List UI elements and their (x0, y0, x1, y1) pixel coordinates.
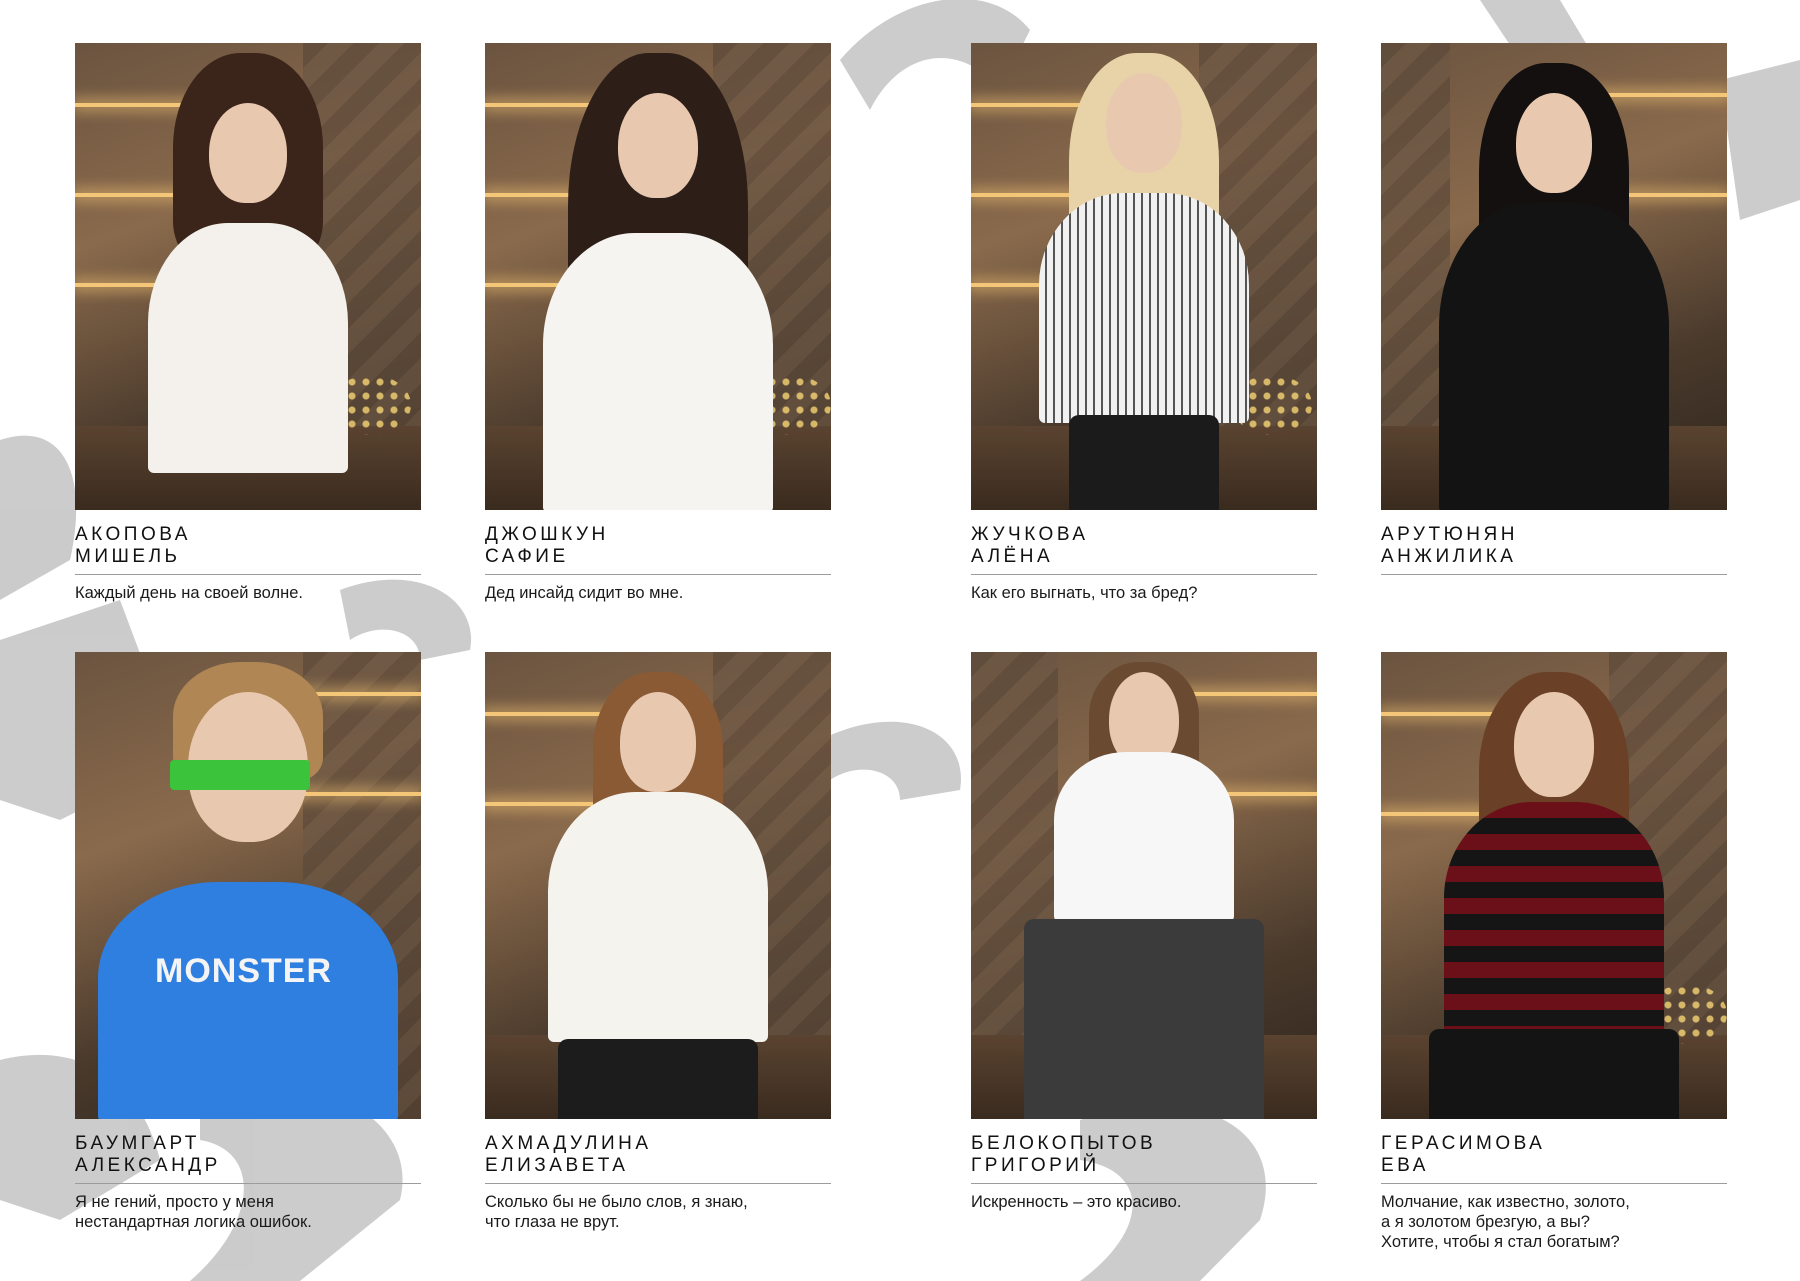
student-quote: Я не гений, просто у меня нестандартная … (75, 1192, 421, 1232)
portrait-photo (75, 43, 421, 510)
quote-line: Молчание, как известно, золото, (1381, 1193, 1630, 1211)
student-surname: БЕЛОКОПЫТОВ (971, 1133, 1157, 1154)
student-surname: ЖУЧКОВА (971, 524, 1089, 545)
portrait-photo: MONSTER (75, 652, 421, 1119)
student-quote: Дед инсайд сидит во мне. (485, 584, 684, 602)
student-name: БАУМГАРТ АЛЕКСАНДР (75, 1133, 421, 1177)
divider (75, 1183, 421, 1184)
divider (971, 574, 1317, 575)
divider (1381, 1183, 1727, 1184)
student-surname: АХМАДУЛИНА (485, 1133, 652, 1154)
student-firstname: АЛЁНА (971, 546, 1054, 567)
student-firstname: ЕВА (1381, 1155, 1429, 1176)
portrait-card-1: АКОПОВА МИШЕЛЬ Каждый день на своей волн… (75, 43, 421, 603)
student-name: АХМАДУЛИНА ЕЛИЗАВЕТА (485, 1133, 831, 1177)
portrait-card-2: ДЖОШКУН САФИЕ Дед инсайд сидит во мне. (485, 43, 831, 603)
student-quote: Искренность – это красиво. (971, 1193, 1182, 1211)
portrait-photo (971, 652, 1317, 1119)
quote-line: Я не гений, просто у меня (75, 1193, 274, 1211)
student-firstname: МИШЕЛЬ (75, 546, 181, 567)
student-name: ЖУЧКОВА АЛЁНА (971, 524, 1317, 568)
student-quote: Сколько бы не было слов, я знаю, что гла… (485, 1192, 831, 1232)
shirt-print: MONSTER (155, 952, 332, 990)
student-surname: АРУТЮНЯН (1381, 524, 1518, 545)
decor-stroke-right (1720, 60, 1800, 220)
portrait-photo (485, 652, 831, 1119)
quote-line: что глаза не врут. (485, 1213, 620, 1231)
divider (485, 574, 831, 575)
student-name: АРУТЮНЯН АНЖИЛИКА (1381, 524, 1727, 568)
portrait-card-5: MONSTER БАУМГАРТ АЛЕКСАНДР Я не гений, п… (75, 652, 421, 1232)
decor-stroke-left (0, 435, 77, 600)
sunglasses-icon (170, 760, 310, 790)
student-firstname: ГРИГОРИЙ (971, 1155, 1100, 1176)
student-surname: БАУМГАРТ (75, 1133, 200, 1154)
portrait-card-7: БЕЛОКОПЫТОВ ГРИГОРИЙ Искренность – это к… (971, 652, 1317, 1212)
quote-line: нестандартная логика ошибок. (75, 1213, 312, 1231)
divider (75, 574, 421, 575)
student-firstname: АНЖИЛИКА (1381, 546, 1517, 567)
student-quote: Каждый день на своей волне. (75, 584, 303, 602)
student-quote: Молчание, как известно, золото, а я золо… (1381, 1192, 1727, 1252)
portrait-card-4: АРУТЮНЯН АНЖИЛИКА (1381, 43, 1727, 583)
student-surname: ДЖОШКУН (485, 524, 609, 545)
student-name: ДЖОШКУН САФИЕ (485, 524, 831, 568)
decor-stroke-center (820, 721, 961, 800)
student-name: БЕЛОКОПЫТОВ ГРИГОРИЙ (971, 1133, 1317, 1177)
divider (1381, 574, 1727, 575)
portrait-card-3: ЖУЧКОВА АЛЁНА Как его выгнать, что за бр… (971, 43, 1317, 603)
portrait-photo (971, 43, 1317, 510)
portrait-photo (1381, 43, 1727, 510)
student-firstname: ЕЛИЗАВЕТА (485, 1155, 629, 1176)
student-name: АКОПОВА МИШЕЛЬ (75, 524, 421, 568)
divider (971, 1183, 1317, 1184)
student-surname: ГЕРАСИМОВА (1381, 1133, 1546, 1154)
student-quote: Как его выгнать, что за бред? (971, 584, 1198, 602)
divider (485, 1183, 831, 1184)
student-firstname: САФИЕ (485, 546, 569, 567)
quote-line: Сколько бы не было слов, я знаю, (485, 1193, 748, 1211)
portrait-card-8: ГЕРАСИМОВА ЕВА Молчание, как известно, з… (1381, 652, 1727, 1252)
quote-line: Хотите, чтобы я стал богатым? (1381, 1233, 1620, 1251)
portrait-photo (1381, 652, 1727, 1119)
portrait-card-6: АХМАДУЛИНА ЕЛИЗАВЕТА Сколько бы не было … (485, 652, 831, 1232)
student-name: ГЕРАСИМОВА ЕВА (1381, 1133, 1727, 1177)
quote-line: а я золотом брезгую, а вы? (1381, 1213, 1590, 1231)
student-firstname: АЛЕКСАНДР (75, 1155, 221, 1176)
portrait-photo (485, 43, 831, 510)
student-surname: АКОПОВА (75, 524, 191, 545)
